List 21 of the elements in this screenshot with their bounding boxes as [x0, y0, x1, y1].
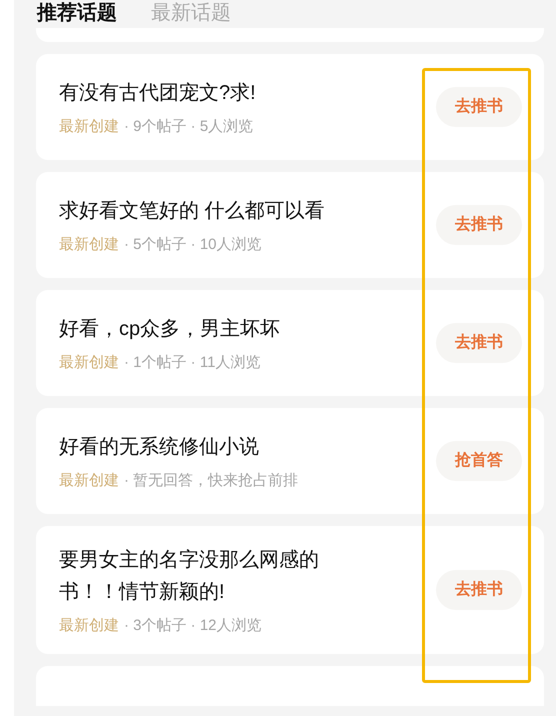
topic-tag: 最新创建 [59, 471, 119, 491]
topic-tag: 最新创建 [59, 117, 119, 137]
topic-title: 有没有古代团宠文?求! [59, 81, 257, 106]
topic-card[interactable]: 要男女主的名字没那么网感的书！！情节新颖的! 最新创建 · 3个帖子 · 12人浏览 去推书 [36, 526, 544, 654]
topic-stats: · 5个帖子 · 10人浏览 [124, 235, 262, 255]
topic-tab[interactable]: 推荐话题 [37, 0, 117, 26]
topic-stats: · 1个帖子 · 11人浏览 [124, 353, 260, 373]
topic-card[interactable]: 求好看文笔好的 什么都可以看 最新创建 · 5个帖子 · 10人浏览 去推书 [36, 172, 544, 278]
topic-title: 要男女主的名字没那么网感的书！！情节新颖的! [59, 548, 320, 605]
topic-stats: · 9个帖子 · 5人浏览 [124, 117, 254, 137]
topic-card[interactable]: 好看，cp众多，男主坏坏 最新创建 · 1个帖子 · 11人浏览 去推书 [36, 290, 544, 396]
topic-title: 好看的无系统修仙小说 [59, 435, 260, 460]
topic-tag: 最新创建 [59, 235, 119, 255]
topic-title: 好看，cp众多，男主坏坏 [59, 317, 282, 342]
topic-tag: 最新创建 [59, 353, 119, 373]
topic-stats: · 暂无回答，快来抢占前排 [124, 471, 298, 491]
topic-card[interactable]: 有没有古代团宠文?求! 最新创建 · 9个帖子 · 5人浏览 去推书 [36, 54, 544, 160]
topic-title: 求好看文笔好的 什么都可以看 [59, 199, 326, 224]
topic-card[interactable]: 好看的无系统修仙小说 最新创建 · 暂无回答，快来抢占前排 抢首答 [36, 408, 544, 514]
topic-stats: · 3个帖子 · 12人浏览 [124, 616, 262, 636]
topic-tag: 最新创建 [59, 616, 119, 636]
